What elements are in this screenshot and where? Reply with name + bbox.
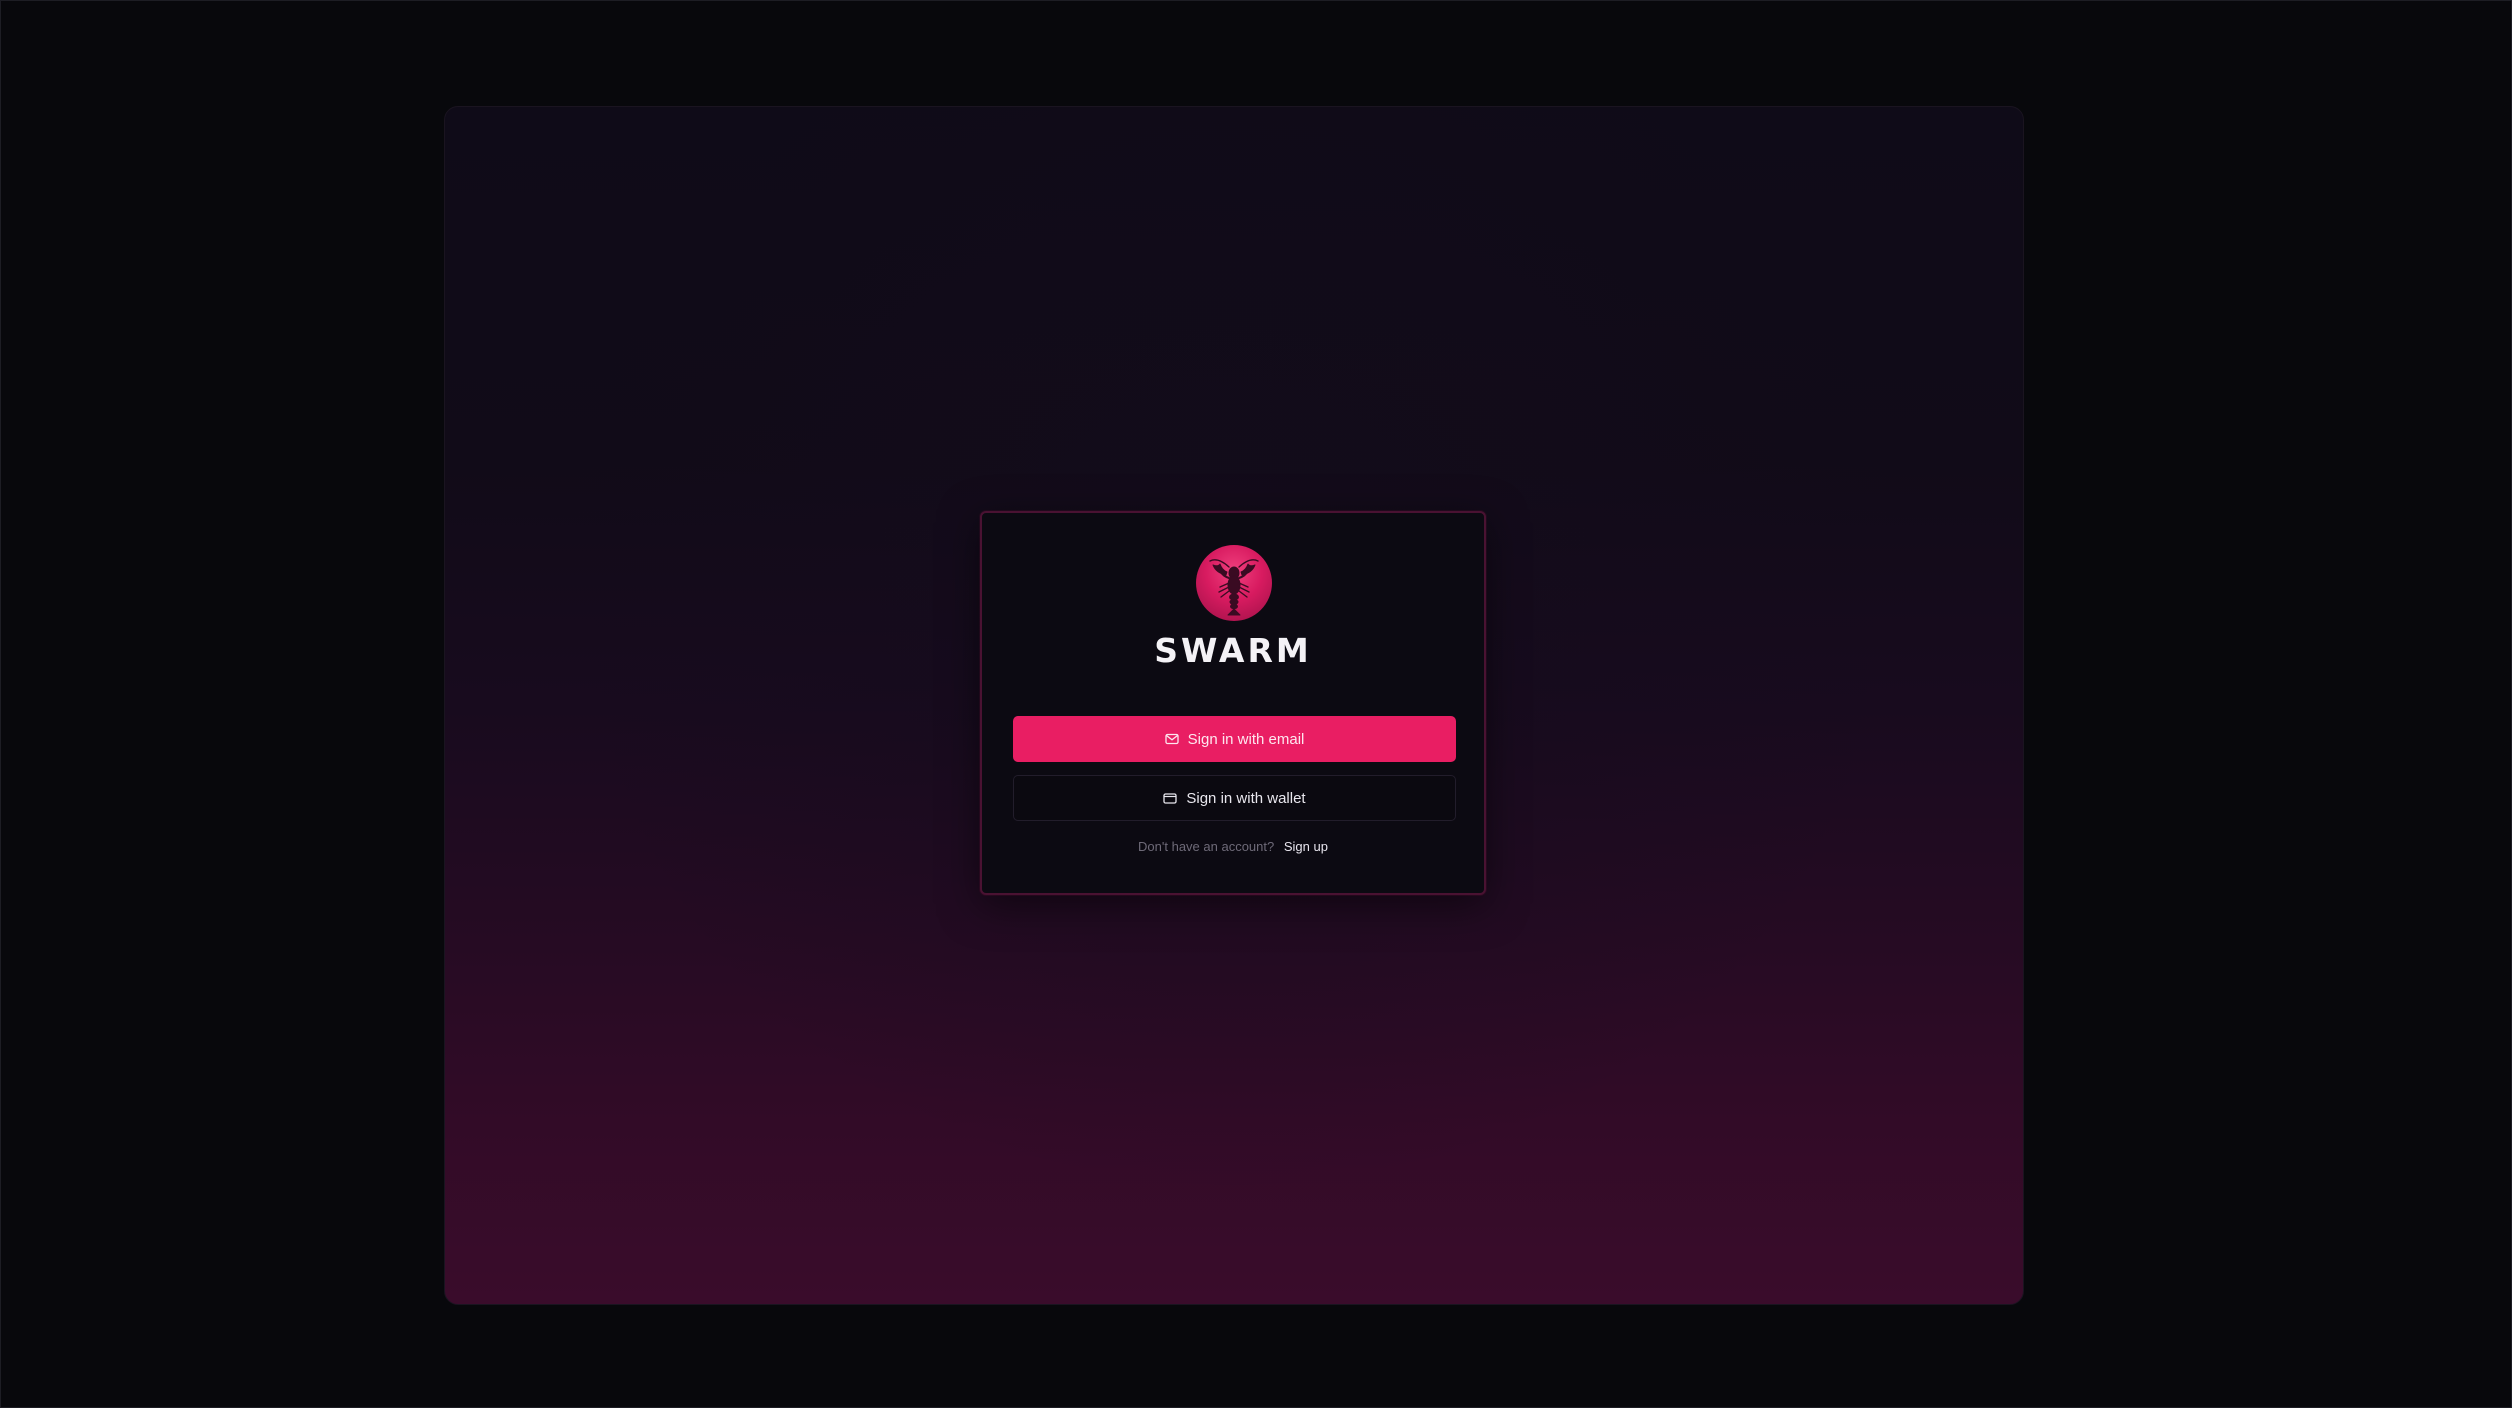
wallet-icon [1163, 792, 1178, 804]
login-card: SWARM Sign in with email Sign in with wa… [980, 511, 1486, 895]
signup-prompt-text: Don't have an account? [1138, 839, 1275, 854]
signup-prompt-line: Don't have an account? Sign up [982, 839, 1484, 854]
sign-in-email-label: Sign in with email [1187, 730, 1305, 748]
lobster-icon [1196, 545, 1272, 621]
brand-name: SWARM [1154, 631, 1312, 670]
sign-in-email-button[interactable]: Sign in with email [1013, 716, 1456, 762]
sign-up-link[interactable]: Sign up [1284, 839, 1328, 854]
mail-icon [1164, 733, 1179, 745]
sign-in-wallet-button[interactable]: Sign in with wallet [1013, 775, 1456, 821]
sign-in-wallet-label: Sign in with wallet [1186, 789, 1306, 807]
screen: SWARM Sign in with email Sign in with wa… [0, 0, 2512, 1408]
